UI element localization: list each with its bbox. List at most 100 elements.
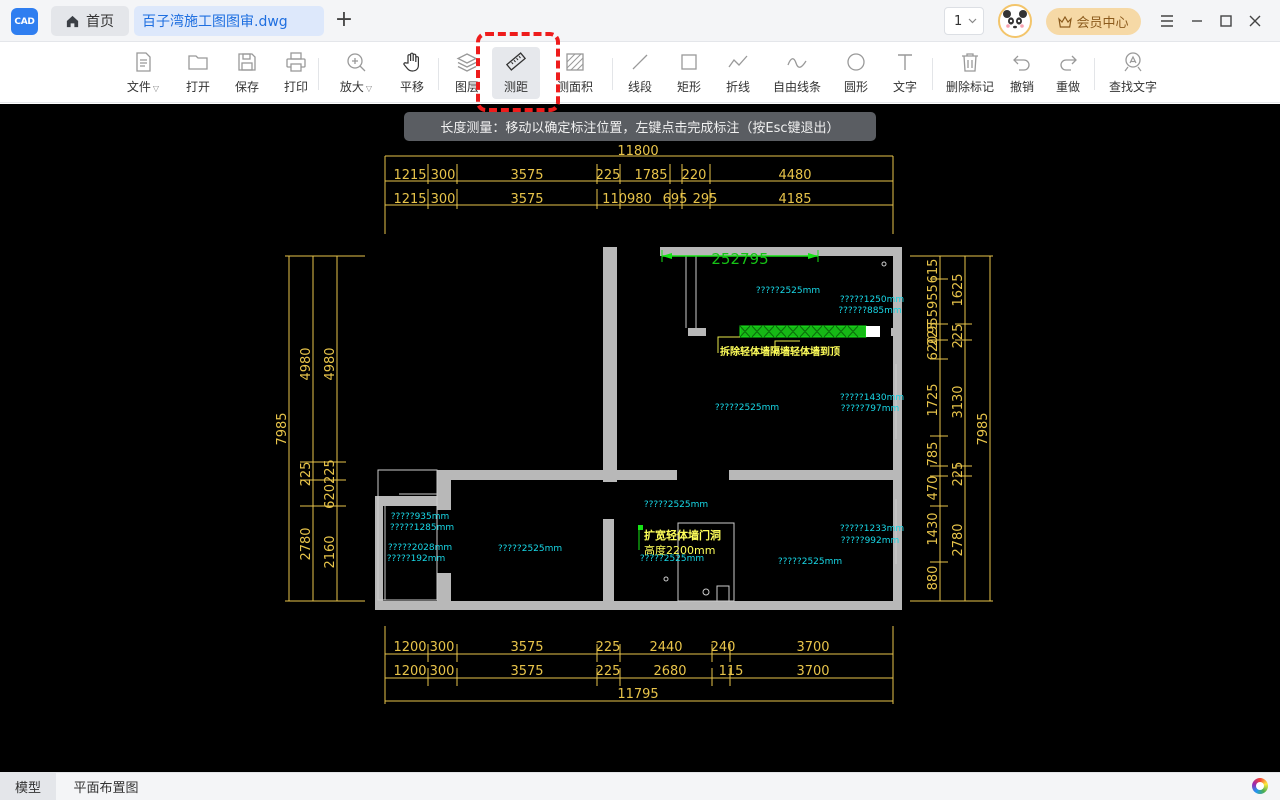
freehand-icon bbox=[787, 58, 807, 68]
toolbar-divider bbox=[438, 58, 439, 90]
room-note: ?????2028mm bbox=[388, 543, 452, 553]
expand-note-1: 扩宽轻体墙门洞 bbox=[644, 528, 721, 542]
dimension-bottom-row2: 2680 bbox=[653, 664, 686, 679]
polyline-button[interactable]: 折线 bbox=[708, 51, 768, 95]
room-note: ?????1250mm bbox=[840, 295, 904, 305]
toolbar-divider bbox=[612, 58, 613, 90]
room-note: ?????2525mm bbox=[644, 500, 708, 510]
dimension-right-outer: 7985 bbox=[976, 412, 991, 445]
vip-center-label: 会员中心 bbox=[1076, 16, 1129, 31]
color-wheel-icon[interactable] bbox=[1252, 778, 1268, 794]
circle-label: 圆形 bbox=[843, 80, 868, 94]
dimension-right-mid: 2780 bbox=[951, 523, 966, 556]
printer-icon bbox=[286, 52, 306, 72]
ruler-icon bbox=[505, 52, 527, 71]
dimension-right-inner: 1725 bbox=[926, 383, 941, 416]
dimension-bottom-row1: 3575 bbox=[510, 640, 543, 655]
folder-icon bbox=[188, 55, 208, 70]
dimension-top-row1: 4480 bbox=[778, 168, 811, 183]
toolbar-divider bbox=[1094, 58, 1095, 90]
close-icon bbox=[1249, 15, 1261, 27]
file-icon bbox=[136, 52, 151, 72]
measure-distance-label: 测距 bbox=[503, 80, 528, 94]
measure-area-label: 测面积 bbox=[556, 80, 593, 94]
tab-file[interactable]: 百子湾施工图图审.dwg bbox=[134, 6, 324, 36]
redo-label: 重做 bbox=[1055, 80, 1080, 94]
area-icon bbox=[566, 53, 584, 71]
room-note: ?????797mm bbox=[841, 404, 900, 414]
dimension-bottom-row1: 1200 bbox=[393, 640, 426, 655]
open-label: 打开 bbox=[185, 80, 210, 94]
dimension-left-inner: 620225 bbox=[323, 459, 338, 509]
dimension-labels: 11800 1215 300 3575 225 1785 220 4480 1215 300 357… bbox=[275, 144, 991, 702]
find-text-button[interactable]: 查找文字 bbox=[1103, 51, 1163, 95]
print-label: 打印 bbox=[283, 80, 308, 94]
room-note: ?????2525mm bbox=[756, 286, 820, 296]
room-note: ?????2525mm bbox=[778, 557, 842, 567]
delete-mark-button[interactable]: 删除标记 bbox=[940, 51, 1000, 95]
line-icon bbox=[632, 54, 648, 70]
close-button[interactable] bbox=[1244, 10, 1266, 32]
find-text-label: 查找文字 bbox=[1108, 80, 1157, 94]
room-note: ?????192mm bbox=[387, 554, 446, 564]
dimension-right-inner: 615 bbox=[926, 259, 941, 284]
room-note: ?????2525mm bbox=[498, 544, 562, 554]
polyline-icon bbox=[728, 55, 748, 68]
chevron-down-icon bbox=[968, 18, 977, 24]
dimension-right-inner: 620 bbox=[926, 336, 941, 361]
freeline-button[interactable]: 自由线条 bbox=[767, 51, 827, 95]
vip-center-button[interactable]: 会员中心 bbox=[1046, 8, 1141, 35]
pan-label: 平移 bbox=[399, 80, 424, 94]
dimension-bottom-total: 11795 bbox=[617, 687, 658, 702]
dimension-top-row1: 1215 bbox=[393, 168, 426, 183]
dimension-top-row2: 295 bbox=[693, 192, 718, 207]
avatar[interactable] bbox=[998, 4, 1032, 38]
measure-distance-button[interactable]: 测距 bbox=[486, 47, 546, 99]
new-tab-button[interactable]: + bbox=[333, 9, 355, 31]
dimension-top-row1: 220 bbox=[682, 168, 707, 183]
dimension-right-inner: 880 bbox=[926, 566, 941, 591]
room-note: ?????2525mm bbox=[715, 403, 779, 413]
pan-button[interactable]: 平移 bbox=[382, 51, 442, 95]
dimension-right-inner: 1430 bbox=[926, 512, 941, 545]
floor-plan-drawing[interactable]: 252795 拆除轻体墙隔墙轻体墙到顶 扩宽轻体墙门洞 高度2200mm 118… bbox=[0, 104, 1280, 772]
file-menu-button[interactable]: 文件 ▽ bbox=[113, 51, 173, 95]
dimension-right-mid: 1625 bbox=[951, 273, 966, 306]
zoom-button[interactable]: 放大 ▽ bbox=[326, 51, 386, 95]
maximize-button[interactable] bbox=[1215, 10, 1237, 32]
app-logo: CAD bbox=[11, 8, 38, 35]
tab-model[interactable]: 模型 bbox=[0, 773, 56, 800]
print-button[interactable]: 打印 bbox=[266, 51, 326, 95]
zoom-in-icon bbox=[347, 53, 366, 72]
bottom-tab-bar: 模型 平面布置图 bbox=[0, 772, 1280, 800]
redo-button[interactable]: 重做 bbox=[1038, 51, 1098, 95]
dimension-top-row2: 300 bbox=[431, 192, 456, 207]
tab-layout[interactable]: 平面布置图 bbox=[58, 773, 154, 800]
dimension-bottom-row2: 1200 bbox=[393, 664, 426, 679]
tab-home[interactable]: 首页 bbox=[51, 6, 129, 36]
dimension-top-row2: 3575 bbox=[510, 192, 543, 207]
find-text-icon bbox=[1124, 52, 1142, 72]
dimension-bottom-row2: 225 bbox=[596, 664, 621, 679]
polyline-label: 折线 bbox=[725, 80, 750, 94]
measure-area-button[interactable]: 测面积 bbox=[545, 51, 605, 95]
dimension-left-inner: 2160 bbox=[323, 535, 338, 568]
text-button[interactable]: 文字 bbox=[875, 51, 935, 95]
layers-icon bbox=[456, 53, 478, 72]
dimension-bottom-row1: 3700 bbox=[796, 640, 829, 655]
home-icon bbox=[66, 15, 79, 27]
chevron-down-icon: ▽ bbox=[152, 84, 160, 93]
drawing-canvas[interactable]: 长度测量：移动以确定标注位置，左键点击完成标注（按Esc键退出） 252795 … bbox=[0, 104, 1280, 772]
freeline-label: 自由线条 bbox=[772, 80, 821, 94]
file-menu-label: 文件 bbox=[126, 80, 151, 94]
dimension-bottom-row2: 115 bbox=[719, 664, 744, 679]
toolbar-divider bbox=[932, 58, 933, 90]
minimize-button[interactable] bbox=[1186, 10, 1208, 32]
toolbar: 文件 ▽ 打开 保存 打印 放大 ▽ 平移 图层 测距 测面积 线段 矩形 折线… bbox=[0, 42, 1280, 103]
page-select[interactable]: 1 bbox=[944, 7, 984, 35]
menu-button[interactable] bbox=[1156, 10, 1178, 32]
dimension-bottom-row1: 240 bbox=[711, 640, 736, 655]
text-icon bbox=[898, 54, 912, 70]
room-note: ?????992mm bbox=[841, 536, 900, 546]
dimension-top-row1: 225 bbox=[596, 168, 621, 183]
